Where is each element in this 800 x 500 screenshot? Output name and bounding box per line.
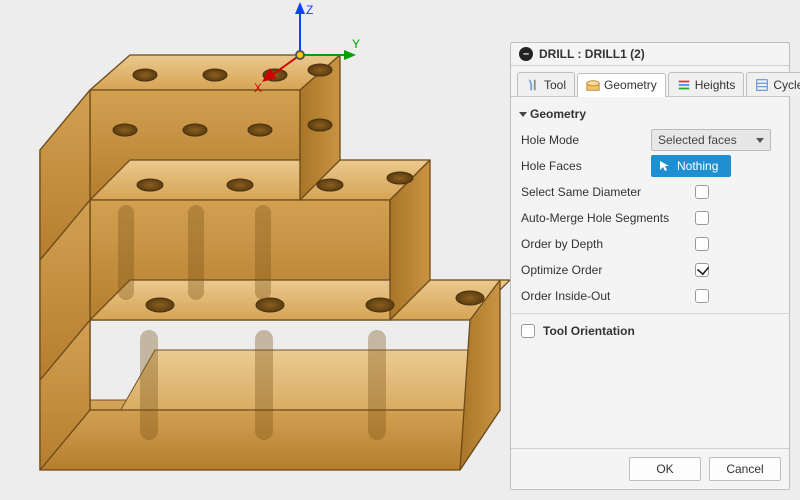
geometry-section: Geometry Hole Mode Selected faces Hole F… bbox=[511, 97, 789, 352]
same-diameter-checkbox[interactable] bbox=[695, 185, 709, 199]
ok-button[interactable]: OK bbox=[629, 457, 701, 481]
section-title: Geometry bbox=[530, 107, 586, 121]
tool-icon bbox=[526, 78, 540, 92]
cycle-icon bbox=[755, 78, 769, 92]
tab-geometry[interactable]: Geometry bbox=[577, 73, 666, 97]
axis-x-label: X bbox=[254, 81, 262, 95]
row-tool-orientation: Tool Orientation bbox=[521, 318, 779, 344]
row-auto-merge: Auto-Merge Hole Segments bbox=[521, 205, 779, 231]
section-divider bbox=[511, 313, 789, 314]
chevron-down-icon bbox=[756, 138, 764, 143]
panel-button-bar: OK Cancel bbox=[511, 448, 789, 489]
tab-tool[interactable]: Tool bbox=[517, 72, 575, 96]
panel-tabs: Tool Geometry Heights Cycle bbox=[511, 66, 789, 97]
tab-cycle[interactable]: Cycle bbox=[746, 72, 800, 96]
same-diameter-label: Select Same Diameter bbox=[521, 185, 691, 199]
tab-geometry-label: Geometry bbox=[604, 78, 657, 92]
optimize-order-checkbox[interactable] bbox=[695, 263, 709, 277]
tool-orientation-label: Tool Orientation bbox=[543, 324, 635, 338]
row-hole-mode: Hole Mode Selected faces bbox=[521, 127, 779, 153]
row-order-inside-out: Order Inside-Out bbox=[521, 283, 779, 309]
row-optimize-order: Optimize Order bbox=[521, 257, 779, 283]
auto-merge-label: Auto-Merge Hole Segments bbox=[521, 211, 691, 225]
optimize-order-label: Optimize Order bbox=[521, 263, 691, 277]
hole-faces-label: Hole Faces bbox=[521, 159, 651, 173]
hole-mode-dropdown[interactable]: Selected faces bbox=[651, 129, 771, 151]
pointer-icon bbox=[659, 160, 671, 172]
order-inside-out-checkbox[interactable] bbox=[695, 289, 709, 303]
tab-tool-label: Tool bbox=[544, 78, 566, 92]
tab-heights-label: Heights bbox=[695, 78, 736, 92]
row-same-diameter: Select Same Diameter bbox=[521, 179, 779, 205]
heights-icon bbox=[677, 78, 691, 92]
order-inside-out-label: Order Inside-Out bbox=[521, 289, 691, 303]
tool-orientation-checkbox[interactable] bbox=[521, 324, 535, 338]
hole-faces-selector[interactable]: Nothing bbox=[651, 155, 731, 177]
axis-z-label: Z bbox=[306, 3, 313, 17]
hole-mode-label: Hole Mode bbox=[521, 133, 651, 147]
panel-title: DRILL : DRILL1 (2) bbox=[539, 47, 645, 61]
geometry-icon bbox=[586, 78, 600, 92]
tab-cycle-label: Cycle bbox=[773, 78, 800, 92]
chevron-down-icon bbox=[519, 112, 527, 117]
cancel-button[interactable]: Cancel bbox=[709, 457, 781, 481]
axis-y-label: Y bbox=[352, 37, 360, 51]
hole-mode-value: Selected faces bbox=[658, 133, 737, 147]
hole-faces-value: Nothing bbox=[677, 159, 718, 173]
order-by-depth-checkbox[interactable] bbox=[695, 237, 709, 251]
row-hole-faces: Hole Faces Nothing bbox=[521, 153, 779, 179]
geometry-section-header[interactable]: Geometry bbox=[521, 103, 779, 127]
tab-heights[interactable]: Heights bbox=[668, 72, 745, 96]
feature-badge-icon: – bbox=[519, 47, 533, 61]
drill-feature-panel: – DRILL : DRILL1 (2) Tool Geometry Heigh… bbox=[510, 42, 790, 490]
order-by-depth-label: Order by Depth bbox=[521, 237, 691, 251]
auto-merge-checkbox[interactable] bbox=[695, 211, 709, 225]
row-order-by-depth: Order by Depth bbox=[521, 231, 779, 257]
panel-titlebar[interactable]: – DRILL : DRILL1 (2) bbox=[511, 43, 789, 66]
